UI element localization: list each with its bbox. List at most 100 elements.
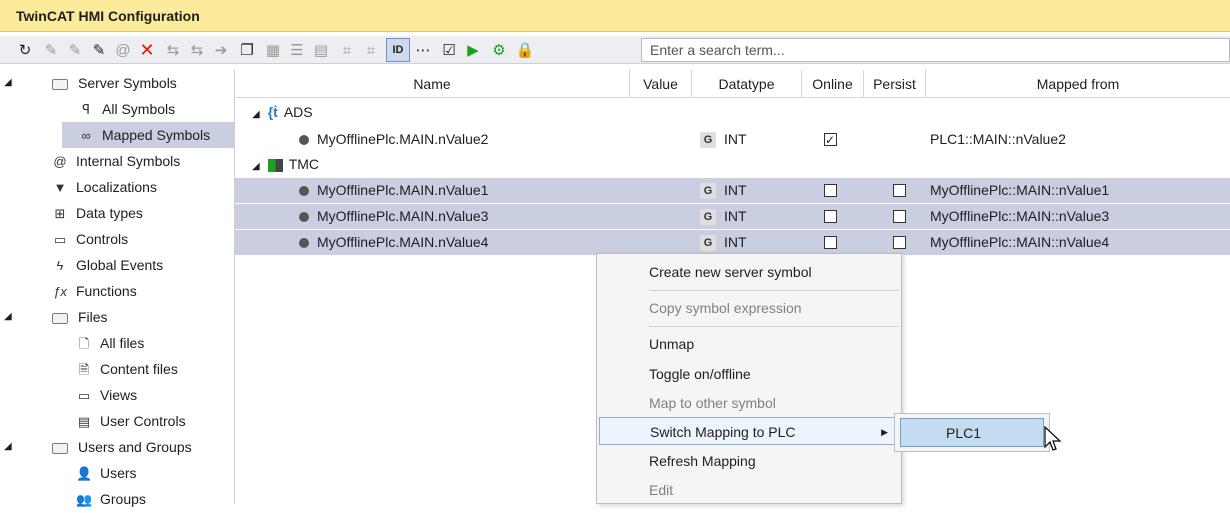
symbol-name: MyOfflinePlc.MAIN.nValue2 bbox=[317, 131, 489, 147]
table-row[interactable]: MyOfflinePlc.MAIN.nValue1 G INT MyOffline… bbox=[235, 178, 1230, 203]
datatype-value: INT bbox=[724, 234, 747, 250]
table-row[interactable]: MyOfflinePlc.MAIN.nValue3 G INT MyOffline… bbox=[235, 204, 1230, 229]
column-header-value[interactable]: Value bbox=[630, 70, 692, 98]
persist-checkbox[interactable] bbox=[893, 184, 906, 197]
copy-icon[interactable]: ❐ bbox=[236, 39, 258, 61]
group-row-tmc[interactable]: ◢ TMC bbox=[235, 152, 1230, 177]
more-icon[interactable]: ⋯ bbox=[412, 39, 434, 61]
column-header-datatype[interactable]: Datatype bbox=[692, 70, 802, 98]
tree-item-label: Views bbox=[100, 387, 138, 403]
table-row[interactable]: MyOfflinePlc.MAIN.nValue2 G INT PLC1::MAI… bbox=[235, 127, 1230, 153]
deploy-icon[interactable]: ⚙ bbox=[488, 39, 510, 61]
id-icon[interactable]: ID bbox=[386, 38, 410, 62]
function-icon: ƒx bbox=[53, 284, 67, 299]
tree-item-groups[interactable]: 👥 Groups bbox=[0, 486, 234, 512]
mouse-cursor-icon bbox=[1044, 426, 1062, 451]
tag2-icon[interactable]: ⌗ bbox=[360, 39, 382, 61]
tree-item-controls[interactable]: ▭ Controls bbox=[0, 226, 234, 252]
tag-icon[interactable]: ⌗ bbox=[336, 39, 358, 61]
tree-item-label: Users bbox=[100, 465, 137, 481]
column-header-persist[interactable]: Persist bbox=[864, 70, 926, 98]
menu-item-create-new-server-symbol[interactable]: Create new server symbol bbox=[599, 258, 899, 286]
user-control-icon: ▤ bbox=[77, 414, 91, 429]
symbol-icon bbox=[299, 238, 309, 249]
tree-item-users-and-groups[interactable]: ◢ Users and Groups bbox=[0, 434, 234, 460]
tree-item-label: Server Symbols bbox=[78, 75, 177, 91]
persist-checkbox[interactable] bbox=[893, 210, 906, 223]
submenu-item-plc1[interactable]: PLC1 bbox=[900, 418, 1044, 447]
online-checkbox[interactable] bbox=[824, 236, 837, 249]
search-input[interactable] bbox=[642, 39, 1229, 61]
navigation-tree: ◢ Server Symbols ꟼ All Symbols ∞ Mapped Sy… bbox=[0, 70, 235, 507]
unmap-icon[interactable]: ⇆ bbox=[186, 39, 208, 61]
datatype-icon: ⊞ bbox=[54, 206, 66, 221]
column-header-name[interactable]: Name bbox=[235, 70, 630, 98]
table-icon[interactable]: ▤ bbox=[310, 39, 332, 61]
symbol-icon bbox=[299, 212, 309, 223]
tree-item-files[interactable]: ◢ Files bbox=[0, 304, 234, 330]
tree-item-label: Functions bbox=[76, 283, 137, 299]
checkbox-icon[interactable]: ☑ bbox=[438, 39, 460, 61]
edit-icon[interactable]: ✎ bbox=[88, 39, 110, 61]
table-row[interactable]: MyOfflinePlc.MAIN.nValue4 G INT MyOffline… bbox=[235, 230, 1230, 255]
list-icon[interactable]: ☰ bbox=[286, 39, 308, 61]
menu-item-refresh-mapping[interactable]: Refresh Mapping bbox=[599, 447, 899, 475]
menu-item-map-to-other-symbol[interactable]: Map to other symbol bbox=[599, 389, 899, 417]
filter-icon[interactable]: ▦ bbox=[262, 39, 284, 61]
tree-item-views[interactable]: ▭ Views bbox=[0, 382, 234, 408]
tree-item-global-events[interactable]: ϟ Global Events bbox=[0, 252, 234, 278]
menu-item-toggle-online-offline[interactable]: Toggle on/offline bbox=[599, 360, 899, 388]
add-child-icon[interactable]: ✎ bbox=[64, 39, 86, 61]
lock-icon[interactable]: 🔒 bbox=[514, 39, 536, 61]
menu-item-copy-symbol-expression[interactable]: Copy symbol expression bbox=[599, 294, 899, 322]
tree-item-functions[interactable]: ƒx Functions bbox=[0, 278, 234, 304]
tree-item-content-files[interactable]: 🗎 Content files bbox=[0, 356, 234, 382]
online-checkbox[interactable] bbox=[824, 184, 837, 197]
window-title: TwinCAT HMI Configuration bbox=[0, 0, 1230, 32]
expand-arrow-icon[interactable]: ◢ bbox=[4, 70, 12, 96]
group-row-ads[interactable]: ◢ {ṫ ADS bbox=[235, 100, 1230, 125]
user-icon: 👤 bbox=[76, 466, 93, 481]
online-checkbox[interactable] bbox=[824, 128, 837, 153]
column-header-online[interactable]: Online bbox=[802, 70, 864, 98]
menu-item-edit[interactable]: Edit bbox=[599, 476, 899, 504]
tree-item-mapped-symbols[interactable]: ∞ Mapped Symbols bbox=[62, 122, 234, 148]
datatype-value: INT bbox=[724, 208, 747, 224]
tree-item-label: Users and Groups bbox=[78, 439, 192, 455]
flag-icon: ▼ bbox=[53, 180, 67, 195]
expand-arrow-icon[interactable]: ◢ bbox=[4, 434, 12, 460]
add-symbol-icon[interactable]: ✎ bbox=[40, 39, 62, 61]
symbol-name: MyOfflinePlc.MAIN.nValue3 bbox=[317, 208, 489, 224]
persist-checkbox[interactable] bbox=[893, 236, 906, 249]
expand-arrow-icon[interactable]: ◢ bbox=[252, 102, 260, 127]
menu-item-unmap[interactable]: Unmap bbox=[599, 330, 899, 358]
folder-icon bbox=[52, 78, 68, 90]
refresh-icon[interactable]: ↻ bbox=[14, 39, 36, 61]
map-icon[interactable]: ⇆ bbox=[162, 39, 184, 61]
mapped-from-value: MyOfflinePlc::MAIN::nValue4 bbox=[930, 234, 1110, 250]
file-icon: 🗋 bbox=[78, 336, 90, 351]
tree-item-localizations[interactable]: ▼ Localizations bbox=[0, 174, 234, 200]
folder-icon bbox=[52, 312, 68, 324]
search-box[interactable] bbox=[641, 38, 1230, 62]
tree-item-all-symbols[interactable]: ꟼ All Symbols bbox=[0, 96, 234, 122]
tree-item-label: Content files bbox=[100, 361, 178, 377]
column-header-mapped-from[interactable]: Mapped from bbox=[926, 70, 1230, 98]
group-icon: 👥 bbox=[76, 492, 93, 507]
tree-item-user-controls[interactable]: ▤ User Controls bbox=[0, 408, 234, 434]
tree-item-label: Groups bbox=[100, 491, 146, 507]
tree-item-all-files[interactable]: 🗋 All files bbox=[0, 330, 234, 356]
play-icon[interactable]: ▶ bbox=[462, 39, 484, 61]
delete-icon[interactable]: ✕ bbox=[136, 39, 158, 61]
arrow-icon[interactable]: ➔ bbox=[210, 39, 232, 61]
tree-item-users[interactable]: 👤 Users bbox=[0, 460, 234, 486]
link-icon: ∞ bbox=[81, 128, 91, 143]
tree-item-server-symbols[interactable]: ◢ Server Symbols bbox=[0, 70, 234, 96]
menu-item-switch-mapping-to-plc[interactable]: Switch Mapping to PLC ▶ bbox=[599, 417, 899, 445]
expand-arrow-icon[interactable]: ◢ bbox=[4, 304, 12, 330]
at-icon[interactable]: @ bbox=[112, 39, 134, 61]
tree-item-data-types[interactable]: ⊞ Data types bbox=[0, 200, 234, 226]
expand-arrow-icon[interactable]: ◢ bbox=[252, 154, 260, 179]
tree-item-internal-symbols[interactable]: @ Internal Symbols bbox=[0, 148, 234, 174]
online-checkbox[interactable] bbox=[824, 210, 837, 223]
